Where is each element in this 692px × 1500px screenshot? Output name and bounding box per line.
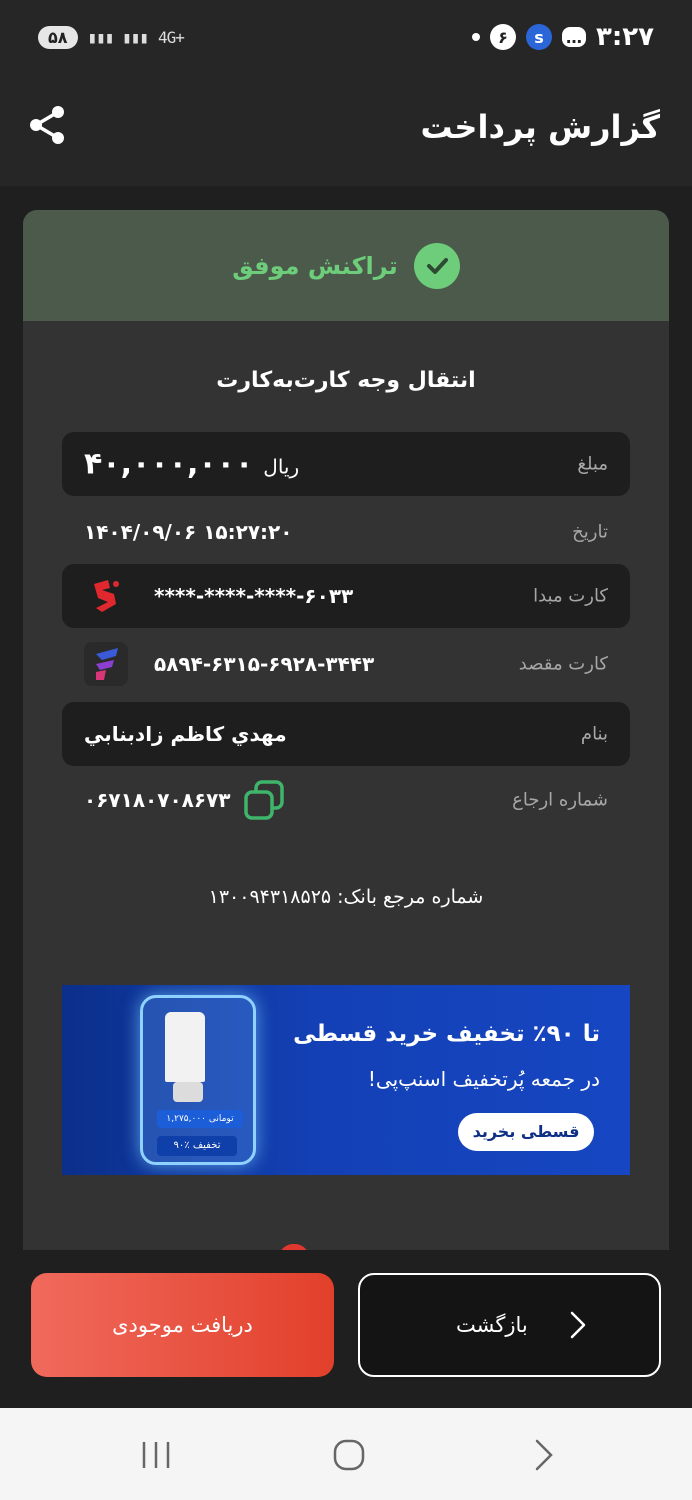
source-card-number: ****-****-****-۶۰۳۳ bbox=[154, 584, 354, 608]
destination-card-label: کارت مقصد bbox=[518, 653, 608, 675]
action-bar: دریافت موجودی بازگشت bbox=[0, 1250, 692, 1408]
date-label: تاریخ bbox=[572, 521, 608, 543]
back-nav-icon[interactable] bbox=[523, 1438, 563, 1472]
app-bar: گزارش پرداخت bbox=[0, 80, 692, 186]
controller-icon bbox=[173, 1082, 203, 1102]
discount-tag: ۹۰٪ تخفیف bbox=[157, 1136, 237, 1156]
network-type: 4G+ bbox=[157, 28, 185, 47]
source-card-row: کارت مبدا ****-****-****-۶۰۳۳ bbox=[62, 564, 630, 628]
app-notification-icon: s bbox=[525, 24, 552, 50]
reference-value: ۰۶۷۱۸۰۷۰۸۶۷۳ bbox=[84, 788, 231, 812]
receipt-card: تراکنش موفق انتقال وجه کارت‌به‌کارت مبلغ… bbox=[23, 210, 669, 1250]
amount-value-group: ۴۰,۰۰۰,۰۰۰ ریال bbox=[84, 447, 299, 482]
bank-reference: شماره مرجع بانک: ۱۳۰۰۹۴۳۱۸۵۲۵ bbox=[208, 886, 484, 908]
page-title: گزارش پرداخت bbox=[420, 108, 660, 146]
signal-icon: ▮▮▮ ▮▮▮ bbox=[87, 28, 149, 47]
banner-cta-button[interactable]: قسطی بخرید bbox=[458, 1113, 594, 1151]
back-button[interactable]: بازگشت bbox=[358, 1273, 661, 1377]
home-icon[interactable] bbox=[329, 1438, 369, 1472]
share-icon[interactable] bbox=[26, 104, 68, 146]
status-right: ۶ s … ۳:۲۷ bbox=[471, 22, 654, 52]
get-balance-button[interactable]: دریافت موجودی bbox=[31, 1273, 334, 1377]
check-icon bbox=[413, 242, 460, 289]
reference-row: شماره ارجاع ۰۶۷۱۸۰۷۰۸۶۷۳ bbox=[62, 768, 630, 832]
reference-label: شماره ارجاع bbox=[512, 789, 608, 811]
success-label: تراکنش موفق bbox=[232, 251, 398, 280]
banner-headline: تا ۹۰٪ تخفیف خرید قسطی bbox=[293, 1021, 600, 1047]
back-label: بازگشت bbox=[456, 1313, 528, 1337]
amount-value: ۴۰,۰۰۰,۰۰۰ bbox=[84, 446, 254, 482]
date-row: تاریخ ۱۴۰۴/۰۹/۰۶ ۱۵:۲۷:۲۰ bbox=[62, 500, 630, 564]
destination-bank-logo-icon bbox=[84, 642, 128, 686]
clock: ۳:۲۷ bbox=[595, 22, 654, 52]
notification-count: ۶ bbox=[489, 24, 516, 50]
phone-illustration: ۱,۲۷۵,۰۰۰ تومانی ۹۰٪ تخفیف bbox=[140, 995, 256, 1165]
source-bank-logo-icon bbox=[84, 574, 128, 618]
console-icon bbox=[165, 1012, 205, 1082]
amount-row: مبلغ ۴۰,۰۰۰,۰۰۰ ریال bbox=[62, 432, 630, 496]
recipient-name: مهدي كاظم زادبنابي bbox=[84, 722, 287, 746]
price-tag: ۱,۲۷۵,۰۰۰ تومانی bbox=[157, 1110, 243, 1128]
source-card-label: کارت مبدا bbox=[533, 585, 608, 607]
copy-icon[interactable] bbox=[242, 778, 286, 822]
system-nav-bar bbox=[0, 1408, 692, 1500]
recipient-label: بنام bbox=[580, 723, 608, 745]
get-balance-label: دریافت موجودی bbox=[112, 1313, 253, 1337]
battery-indicator: ۵۸ bbox=[38, 26, 78, 49]
destination-card-number: ۵۸۹۴-۶۳۱۵-۶۹۲۸-۳۴۴۳ bbox=[154, 652, 375, 676]
recipient-row: بنام مهدي كاظم زادبنابي bbox=[62, 702, 630, 766]
status-bar: ۵۸ ▮▮▮ ▮▮▮ 4G+ ۶ s … ۳:۲۷ bbox=[0, 0, 692, 80]
chevron-right-icon bbox=[570, 1311, 586, 1339]
recent-apps-icon[interactable] bbox=[136, 1438, 176, 1472]
notification-dot-icon bbox=[471, 33, 480, 41]
status-left: ۵۸ ▮▮▮ ▮▮▮ 4G+ bbox=[38, 26, 185, 49]
amount-unit: ریال bbox=[263, 454, 300, 479]
banner-subline: در جمعه پُرتخفیف اسنپ‌پی! bbox=[367, 1067, 600, 1091]
destination-card-row: کارت مقصد ۵۸۹۴-۶۳۱۵-۶۹۲۸-۳۴۴۳ bbox=[62, 632, 630, 696]
chat-icon: … bbox=[561, 27, 586, 47]
date-value: ۱۴۰۴/۰۹/۰۶ ۱۵:۲۷:۲۰ bbox=[84, 520, 293, 544]
promo-banner[interactable]: ۱,۲۷۵,۰۰۰ تومانی ۹۰٪ تخفیف تا ۹۰٪ تخفیف … bbox=[62, 985, 630, 1175]
amount-label: مبلغ bbox=[577, 453, 608, 475]
transaction-type: انتقال وجه کارت‌به‌کارت bbox=[216, 368, 476, 393]
success-banner: تراکنش موفق bbox=[23, 210, 669, 321]
